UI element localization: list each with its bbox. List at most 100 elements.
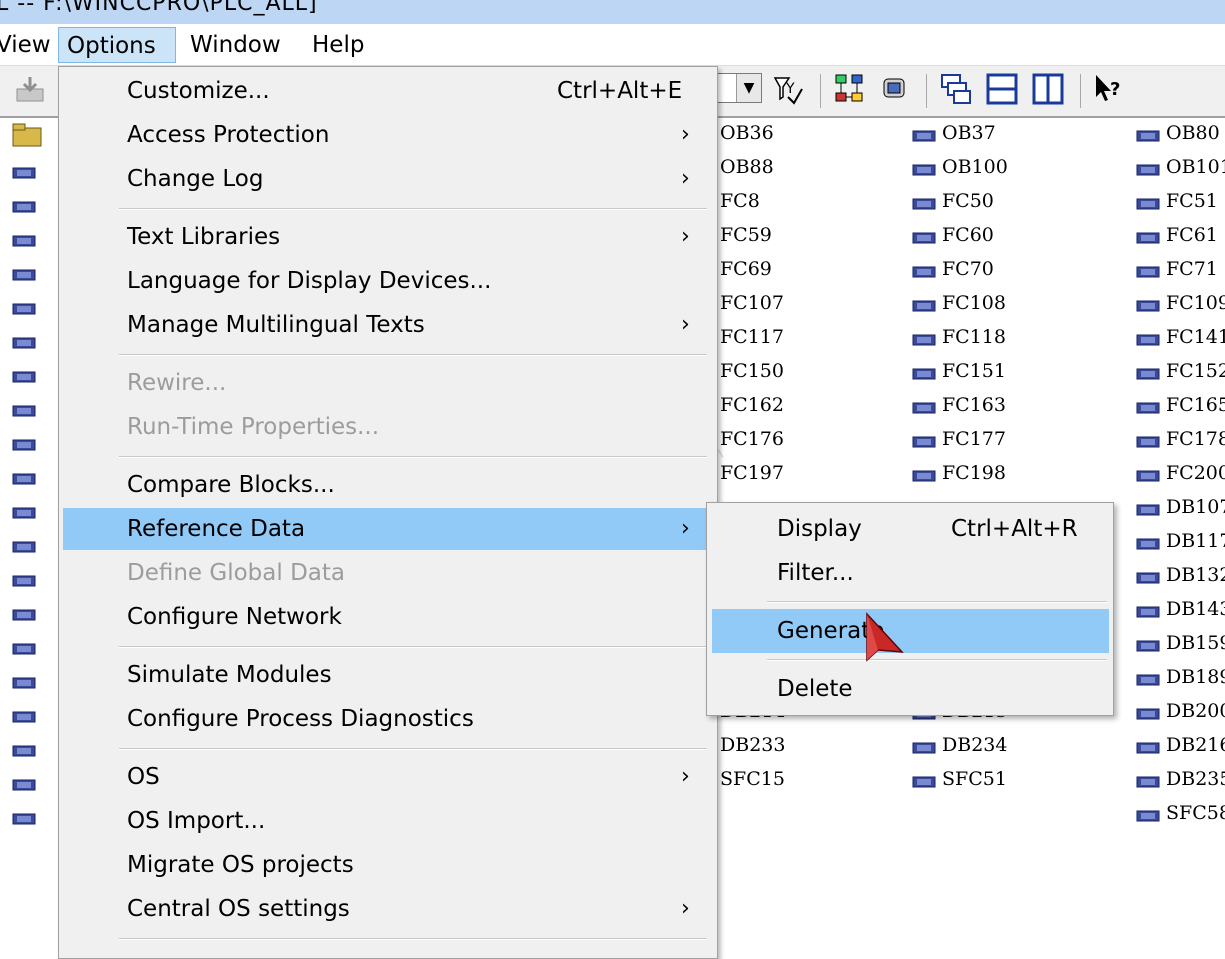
submenu-item-generate[interactable]: Generate [712, 609, 1109, 653]
menu-item-access-protection[interactable]: Access Protection › [63, 114, 709, 156]
block-icon [1136, 128, 1160, 142]
menu-item-customize[interactable]: Customize... Ctrl+Alt+E [63, 70, 709, 112]
menu-separator [119, 938, 707, 940]
block-icon[interactable] [12, 428, 62, 458]
block-label: FC198 [942, 462, 1006, 484]
menu-item-language-display[interactable]: Language for Display Devices... [63, 260, 709, 302]
block-icon[interactable] [12, 258, 62, 288]
menu-item-change-log[interactable]: Change Log › [63, 158, 709, 200]
block-label: FC109 [1166, 292, 1225, 314]
block-label: FC51 [1166, 190, 1218, 212]
help-cursor-icon[interactable]: ? [1092, 73, 1124, 105]
block-icon[interactable] [12, 768, 62, 798]
block-icon [1136, 774, 1160, 788]
block-icon[interactable] [12, 462, 62, 492]
block-icon [1136, 570, 1160, 584]
block-icon[interactable] [12, 530, 62, 560]
menu-item-compare-blocks[interactable]: Compare Blocks... [63, 464, 709, 506]
download-icon[interactable] [14, 73, 46, 105]
block-label: FC107 [720, 292, 784, 314]
submenu-item-display[interactable]: Display Ctrl+Alt+R [712, 507, 1109, 551]
submenu-item-filter[interactable]: Filter... [712, 551, 1109, 595]
block-icon [1136, 536, 1160, 550]
block-icon [1136, 434, 1160, 448]
menu-item-simulate-modules[interactable]: Simulate Modules [63, 654, 709, 696]
block-icon [912, 230, 936, 244]
block-icon [1136, 808, 1160, 822]
block-label: FC197 [720, 462, 784, 484]
block-icon [1136, 502, 1160, 516]
tile-horizontal-icon[interactable] [986, 73, 1018, 105]
block-label: FC177 [942, 428, 1006, 450]
block-icon [912, 400, 936, 414]
block-icon [1136, 264, 1160, 278]
block-label: FC151 [942, 360, 1006, 382]
menu-item-manage-multilingual[interactable]: Manage Multilingual Texts › [63, 304, 709, 346]
filter-combo[interactable]: ▼ [716, 73, 762, 103]
menu-item-process-diagnostics[interactable]: Configure Process Diagnostics [63, 698, 709, 740]
block-icon[interactable] [12, 190, 62, 220]
mouse-cursor-icon [866, 612, 904, 662]
menu-window[interactable]: Window [182, 27, 289, 63]
block-label: DB143 [1166, 598, 1225, 620]
window-title: L -- F:\WINCCPRO\PLC_ALL] [0, 0, 318, 16]
network-icon[interactable] [834, 73, 866, 105]
submenu-arrow-icon: › [681, 312, 690, 337]
block-icon[interactable] [12, 292, 62, 322]
menu-item-reference-data[interactable]: Reference Data › [63, 508, 709, 550]
svg-text:Y: Y [785, 81, 795, 97]
submenu-arrow-icon: › [681, 896, 690, 921]
block-label: FC70 [942, 258, 994, 280]
folder-icon[interactable] [12, 122, 62, 152]
block-label: FC118 [942, 326, 1006, 348]
block-label: DB159 [1166, 632, 1225, 654]
block-label: DB235 [1166, 768, 1225, 790]
menu-bar: View Options Window Help [0, 24, 1225, 66]
menu-item-central-os-settings[interactable]: Central OS settings › [63, 888, 709, 930]
svg-text:?: ? [1110, 79, 1120, 100]
block-label: FC69 [720, 258, 772, 280]
block-label: SFC58 [1166, 802, 1225, 824]
simulate-icon[interactable] [878, 73, 910, 105]
menu-item-text-libraries[interactable]: Text Libraries › [63, 216, 709, 258]
submenu-item-delete[interactable]: Delete [712, 667, 1109, 711]
menu-options[interactable]: Options [58, 27, 176, 63]
menu-item-configure-network[interactable]: Configure Network [63, 596, 709, 638]
tile-vertical-icon[interactable] [1032, 73, 1064, 105]
block-icon[interactable] [12, 666, 62, 696]
block-icon[interactable] [12, 360, 62, 390]
block-icon [912, 264, 936, 278]
menu-item-os[interactable]: OS › [63, 756, 709, 798]
block-icon[interactable] [12, 734, 62, 764]
block-label: FC50 [942, 190, 994, 212]
block-icon[interactable] [12, 598, 62, 628]
menu-help[interactable]: Help [304, 27, 372, 63]
block-icon[interactable] [12, 156, 62, 186]
block-icon[interactable] [12, 802, 62, 832]
chevron-down-icon[interactable]: ▼ [736, 74, 761, 102]
block-icon[interactable] [12, 700, 62, 730]
menu-view[interactable]: View [0, 27, 59, 63]
block-icon [912, 196, 936, 210]
menu-item-migrate-os[interactable]: Migrate OS projects [63, 844, 709, 886]
block-icon[interactable] [12, 326, 62, 356]
menu-separator [119, 208, 707, 210]
block-icon[interactable] [12, 564, 62, 594]
block-icon[interactable] [12, 632, 62, 662]
cascade-icon[interactable] [940, 73, 972, 105]
block-icon [912, 298, 936, 312]
block-icon [1136, 196, 1160, 210]
filter-icon[interactable]: Y [772, 73, 804, 105]
block-icon[interactable] [12, 496, 62, 526]
block-icon [1136, 706, 1160, 720]
block-label: DB132 [1166, 564, 1225, 586]
menu-item-os-import[interactable]: OS Import... [63, 800, 709, 842]
block-label: OB88 [720, 156, 774, 178]
block-icon[interactable] [12, 224, 62, 254]
menu-item-define-global-data: Define Global Data [127, 560, 345, 586]
block-label: DB107 [1166, 496, 1225, 518]
block-icon [912, 332, 936, 346]
menu-separator [767, 601, 1107, 603]
block-icon[interactable] [12, 394, 62, 424]
menu-separator [119, 748, 707, 750]
